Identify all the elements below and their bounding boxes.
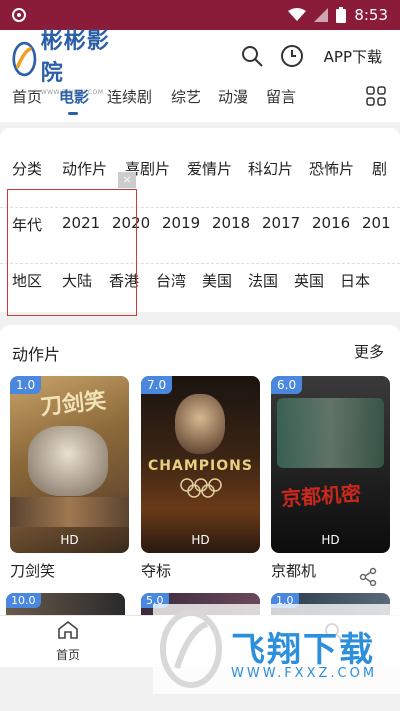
app-header: 彬彬影院 WWW.BINBIN.COM APP下载 首页 电影 连续剧 综艺 动… bbox=[0, 29, 400, 122]
filter-option[interactable]: 日本 bbox=[340, 270, 370, 291]
poster-title-art: CHAMPIONS bbox=[148, 458, 253, 474]
tab-anime[interactable]: 动漫 bbox=[218, 86, 248, 107]
filter-option[interactable]: 动作片 bbox=[62, 158, 107, 179]
movie-title: 刀剑笑 bbox=[10, 562, 56, 580]
logo-name: 彬彬影院 bbox=[40, 28, 110, 86]
score-badge: 10.0 bbox=[6, 593, 41, 608]
quality-badge: HD bbox=[321, 533, 340, 547]
filter-option[interactable]: 法国 bbox=[248, 270, 278, 291]
history-clock-icon[interactable] bbox=[280, 44, 304, 68]
bottom-nav-home-label: 首页 bbox=[55, 648, 80, 662]
watermark-url: WWW.FXXZ.COM bbox=[231, 666, 378, 681]
movie-title: 夺标 bbox=[141, 562, 172, 580]
movie-card[interactable]: 10.0 bbox=[6, 593, 125, 615]
bottom-nav-home[interactable]: 首页 bbox=[48, 620, 88, 663]
poster-title-art: 京都机密 bbox=[280, 481, 362, 511]
filter-option[interactable]: 2019 bbox=[162, 214, 200, 232]
olympic-rings-icon bbox=[180, 478, 222, 498]
filter-option[interactable]: 2017 bbox=[262, 214, 300, 232]
filter-option[interactable]: 美国 bbox=[202, 270, 232, 291]
status-time: 8:53 bbox=[354, 6, 388, 24]
search-icon[interactable] bbox=[240, 44, 264, 68]
category-nav: 首页 电影 连续剧 综艺 动漫 留言 bbox=[0, 80, 400, 120]
movie-card[interactable]: 刀剑笑 1.0 HD 刀剑笑 bbox=[10, 376, 129, 581]
filter-label: 分类 bbox=[12, 160, 43, 178]
tab-series[interactable]: 连续剧 bbox=[107, 86, 152, 107]
movie-poster: CHAMPIONS 7.0 HD bbox=[141, 376, 260, 553]
app-logo[interactable]: 彬彬影院 WWW.BINBIN.COM bbox=[12, 29, 122, 96]
filter-option[interactable]: 剧 bbox=[372, 158, 387, 179]
home-icon bbox=[58, 620, 78, 639]
logo-film-icon bbox=[12, 41, 37, 77]
tab-home[interactable]: 首页 bbox=[12, 86, 42, 107]
quality-badge: HD bbox=[191, 533, 210, 547]
movie-card[interactable]: CHAMPIONS 7.0 HD 夺标 bbox=[141, 376, 260, 581]
active-tab-indicator bbox=[68, 112, 78, 115]
share-icon[interactable] bbox=[358, 567, 378, 587]
tab-movies[interactable]: 电影 bbox=[59, 86, 89, 107]
action-movies-section: 动作片 更多 刀剑笑 1.0 HD 刀剑笑 CHAMPIONS 7.0 HD 夺… bbox=[0, 325, 400, 615]
score-badge: 7.0 bbox=[141, 376, 173, 394]
tab-messages[interactable]: 留言 bbox=[266, 86, 296, 107]
filter-option[interactable]: 科幻片 bbox=[248, 158, 293, 179]
wifi-icon bbox=[288, 8, 307, 21]
more-link[interactable]: 更多 bbox=[354, 341, 384, 362]
filter-option[interactable]: 英国 bbox=[294, 270, 324, 291]
filter-option[interactable]: 恐怖片 bbox=[309, 158, 354, 179]
poster-title-art: 刀剑笑 bbox=[39, 388, 108, 421]
filter-option[interactable]: 2016 bbox=[312, 214, 350, 232]
movie-poster: 刀剑笑 1.0 HD bbox=[10, 376, 129, 553]
tab-variety[interactable]: 综艺 bbox=[171, 86, 201, 107]
filter-option[interactable]: 2018 bbox=[212, 214, 250, 232]
watermark: 飞翔下载 WWW.FXXZ.COM bbox=[153, 604, 400, 694]
filter-option[interactable]: 台湾 bbox=[156, 270, 186, 291]
watermark-logo-icon bbox=[160, 610, 222, 688]
grid-menu-icon[interactable] bbox=[366, 86, 386, 106]
highlight-box bbox=[7, 189, 137, 316]
score-badge: 6.0 bbox=[271, 376, 303, 394]
ad-close-button[interactable]: × bbox=[118, 172, 136, 188]
app-download-link[interactable]: APP下载 bbox=[324, 46, 382, 67]
watermark-text: 飞翔下载 bbox=[231, 630, 375, 670]
notification-icon bbox=[12, 8, 26, 22]
battery-icon bbox=[336, 7, 347, 23]
score-badge: 1.0 bbox=[10, 376, 42, 394]
movie-poster: 京都机密 6.0 HD bbox=[271, 376, 390, 553]
quality-badge: HD bbox=[60, 533, 79, 547]
signal-icon bbox=[314, 8, 329, 22]
section-title: 动作片 bbox=[12, 345, 61, 364]
movie-card[interactable]: 京都机密 6.0 HD 京都机 bbox=[271, 376, 390, 581]
filter-option[interactable]: 201 bbox=[362, 214, 391, 232]
filter-option[interactable]: 爱情片 bbox=[187, 158, 232, 179]
